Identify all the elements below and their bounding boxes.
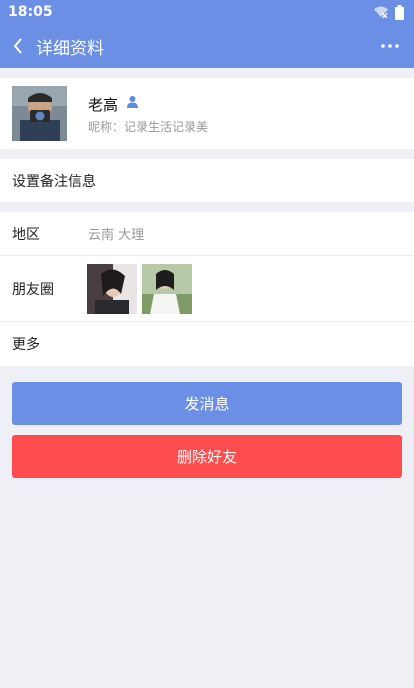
chevron-left-icon [13, 38, 22, 54]
moments-photo [142, 264, 192, 314]
more-button[interactable] [378, 34, 402, 58]
profile-name: 老高 [88, 96, 119, 114]
send-message-button[interactable]: 发消息 [12, 382, 402, 425]
set-remark-label: 设置备注信息 [12, 173, 96, 190]
nav-bar: 详细资料 [0, 24, 414, 68]
page-title: 详细资料 [36, 38, 104, 59]
more-dots-icon [381, 44, 399, 48]
set-remark-row[interactable]: 设置备注信息 [0, 159, 414, 202]
person-icon [127, 96, 138, 108]
nickname-row: 昵称： 记录生活记录美 [88, 118, 208, 135]
status-bar: 18:05 [0, 0, 414, 24]
moments-row[interactable]: 朋友圈 [0, 256, 414, 322]
moments-photo [87, 264, 137, 314]
delete-friend-button[interactable]: 删除好友 [12, 435, 402, 478]
nickname-value: 记录生活记录美 [124, 120, 209, 134]
avatar-photo [12, 86, 67, 141]
back-button[interactable] [0, 24, 36, 68]
battery-icon [395, 4, 404, 20]
moments-thumbnail [142, 264, 192, 314]
info-group: 地区 云南 大理 朋友圈 更多 [0, 212, 414, 366]
nickname-label: 昵称： [88, 120, 125, 134]
region-value: 云南 大理 [88, 228, 145, 243]
status-time: 18:05 [8, 4, 53, 20]
more-row[interactable]: 更多 [0, 322, 414, 366]
profile-card: 老高 昵称： 记录生活记录美 [0, 78, 414, 149]
moments-label: 朋友圈 [12, 281, 54, 298]
status-icons [373, 4, 404, 20]
send-message-label: 发消息 [184, 395, 230, 413]
wifi-icon [374, 6, 388, 18]
more-label: 更多 [12, 337, 40, 353]
moments-thumbnail [87, 264, 137, 314]
delete-friend-label: 删除好友 [176, 448, 237, 466]
region-row: 地区 云南 大理 [0, 212, 414, 256]
region-label: 地区 [12, 226, 40, 243]
avatar[interactable] [12, 86, 67, 141]
